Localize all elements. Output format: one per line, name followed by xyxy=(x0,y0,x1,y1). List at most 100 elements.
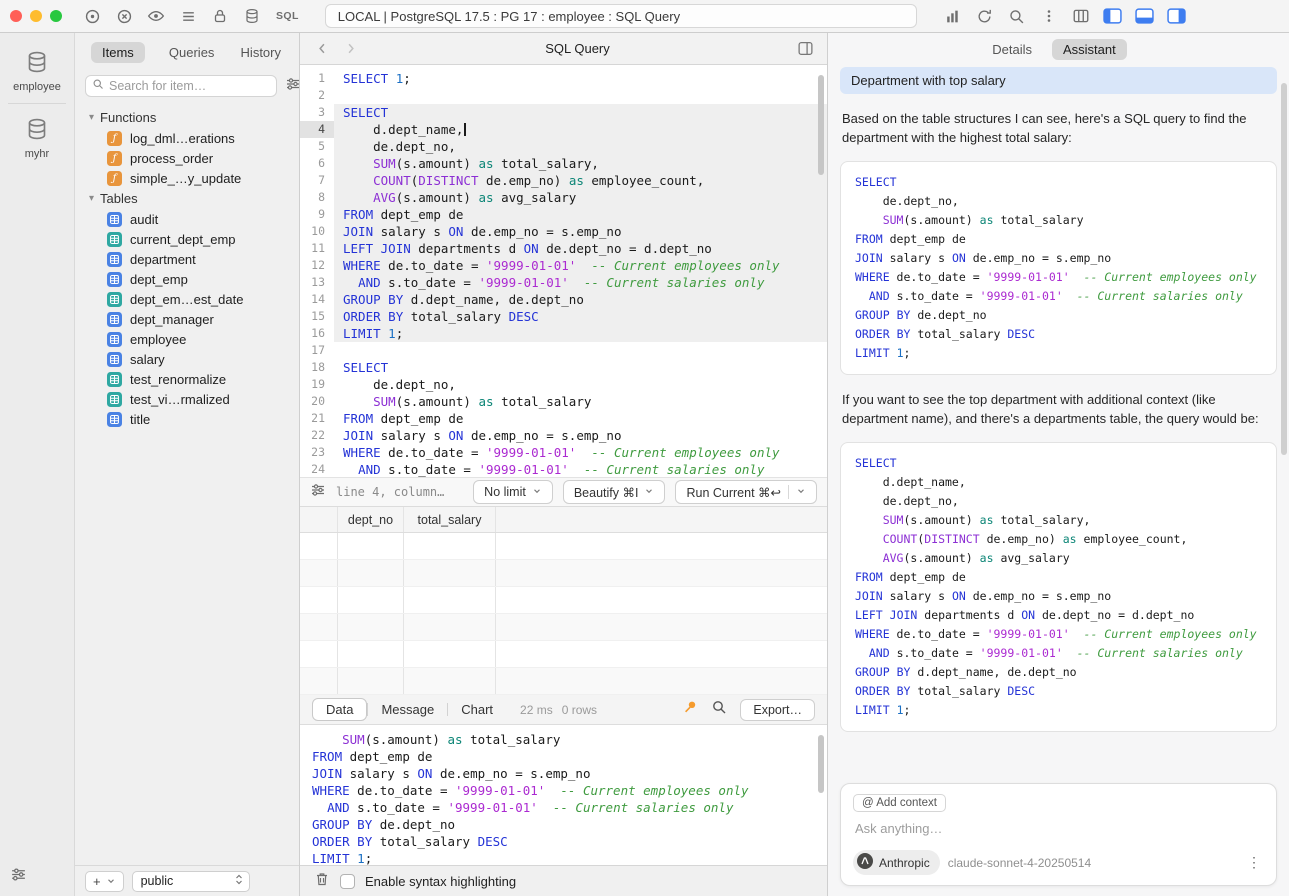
sidebar-item-title[interactable]: title xyxy=(75,409,299,429)
provider-select[interactable]: Anthropic xyxy=(853,850,940,875)
sidebar-item-test-vi-rmalized[interactable]: test_vi…rmalized xyxy=(75,389,299,409)
editor-scrollbar[interactable] xyxy=(818,75,824,175)
beautify-button[interactable]: Beautify ⌘I xyxy=(563,480,666,504)
conversation-topic[interactable]: Department with top salary xyxy=(840,67,1277,94)
search-field[interactable] xyxy=(85,75,277,97)
schema-select[interactable]: public xyxy=(132,871,250,892)
sidebar-item-audit[interactable]: audit xyxy=(75,209,299,229)
editor-line[interactable]: 6 SUM(s.amount) as total_salary, xyxy=(300,155,827,172)
editor-line[interactable]: 5 de.dept_no, xyxy=(300,138,827,155)
table-list-icon[interactable] xyxy=(174,4,202,28)
tab-assistant[interactable]: Assistant xyxy=(1052,39,1127,60)
column-header-total_salary[interactable]: total_salary xyxy=(404,507,496,532)
search-input[interactable] xyxy=(109,79,270,93)
more-icon[interactable] xyxy=(1035,4,1063,28)
sidebar-item-dept-em-est-date[interactable]: dept_em…est_date xyxy=(75,289,299,309)
connection-myhr[interactable]: myhr xyxy=(0,108,74,166)
export-button[interactable]: Export… xyxy=(740,699,815,721)
database-icon[interactable] xyxy=(238,4,266,28)
toggle-right-panel-icon[interactable] xyxy=(1163,4,1191,28)
editor-line[interactable]: 2 xyxy=(300,87,827,104)
zoom-window-button[interactable] xyxy=(50,10,62,22)
sidebar-item-current-dept-emp[interactable]: current_dept_emp xyxy=(75,229,299,249)
tab-details[interactable]: Details xyxy=(990,39,1034,60)
editor-line[interactable]: 1SELECT 1; xyxy=(300,70,827,87)
tab-history[interactable]: History xyxy=(239,42,283,63)
section-tables[interactable]: ▾Tables xyxy=(75,188,299,209)
editor-line[interactable]: 21FROM dept_emp de xyxy=(300,410,827,427)
sql-editor[interactable]: 1SELECT 1;23SELECT4 d.dept_name,5 de.dep… xyxy=(300,65,827,477)
search-results-icon[interactable] xyxy=(711,699,727,720)
close-window-button[interactable] xyxy=(10,10,22,22)
table-row[interactable] xyxy=(300,641,827,668)
table-row[interactable] xyxy=(300,560,827,587)
limit-select[interactable]: No limit xyxy=(473,480,553,504)
rail-settings-button[interactable] xyxy=(10,866,27,888)
disconnect-icon[interactable] xyxy=(110,4,138,28)
tab-sql-query[interactable]: SQL Query xyxy=(364,41,791,56)
sidebar-item-dept-manager[interactable]: dept_manager xyxy=(75,309,299,329)
editor-line[interactable]: 12WHERE de.to_date = '9999-01-01' -- Cur… xyxy=(300,257,827,274)
toggle-bottom-panel-icon[interactable] xyxy=(1131,4,1159,28)
editor-line[interactable]: 3SELECT xyxy=(300,104,827,121)
search-icon[interactable] xyxy=(1003,4,1031,28)
trash-icon[interactable] xyxy=(314,871,330,892)
connection-employee[interactable]: employee xyxy=(0,41,74,99)
editor-line[interactable]: 8 AVG(s.amount) as avg_salary xyxy=(300,189,827,206)
toggle-left-panel-icon[interactable] xyxy=(1099,4,1127,28)
prompt-input[interactable] xyxy=(855,821,1266,836)
composer-menu-icon[interactable]: ⋮ xyxy=(1244,854,1264,871)
sidebar-item-department[interactable]: department xyxy=(75,249,299,269)
editor-line[interactable]: 16LIMIT 1; xyxy=(300,325,827,342)
editor-line[interactable]: 24 AND s.to_date = '9999-01-01' -- Curre… xyxy=(300,461,827,477)
columns-layout-icon[interactable] xyxy=(1067,4,1095,28)
editor-line[interactable]: 14GROUP BY d.dept_name, de.dept_no xyxy=(300,291,827,308)
editor-line[interactable]: 22JOIN salary s ON de.emp_no = s.emp_no xyxy=(300,427,827,444)
assistant-scrollbar[interactable] xyxy=(1281,83,1287,455)
editor-line[interactable]: 15ORDER BY total_salary DESC xyxy=(300,308,827,325)
pin-icon[interactable] xyxy=(682,699,698,720)
sidebar-item-log-dml-erations[interactable]: ƒlog_dml…erations xyxy=(75,128,299,148)
chart-icon[interactable] xyxy=(939,4,967,28)
add-context-button[interactable]: @ Add context xyxy=(853,794,946,812)
lock-icon[interactable] xyxy=(206,4,234,28)
eye-icon[interactable] xyxy=(142,4,170,28)
tab-chart[interactable]: Chart xyxy=(448,699,506,720)
tab-items[interactable]: Items xyxy=(91,42,145,63)
tab-data[interactable]: Data xyxy=(312,698,367,721)
add-item-button[interactable]: + xyxy=(85,871,124,892)
sidebar-item-salary[interactable]: salary xyxy=(75,349,299,369)
editor-line[interactable]: 18SELECT xyxy=(300,359,827,376)
editor-line[interactable]: 4 d.dept_name, xyxy=(300,121,827,138)
table-row[interactable] xyxy=(300,587,827,614)
editor-line[interactable]: 11LEFT JOIN departments d ON de.dept_no … xyxy=(300,240,827,257)
editor-line[interactable]: 17 xyxy=(300,342,827,359)
target-icon[interactable] xyxy=(78,4,106,28)
back-button[interactable] xyxy=(308,37,336,61)
filter-icon[interactable] xyxy=(285,76,301,97)
table-row[interactable] xyxy=(300,533,827,560)
sidebar-item-simple-y-update[interactable]: ƒsimple_…y_update xyxy=(75,168,299,188)
table-row[interactable] xyxy=(300,614,827,641)
preview-scrollbar[interactable] xyxy=(818,735,824,793)
sidebar-item-dept-emp[interactable]: dept_emp xyxy=(75,269,299,289)
editor-line[interactable]: 10JOIN salary s ON de.emp_no = s.emp_no xyxy=(300,223,827,240)
refresh-icon[interactable] xyxy=(971,4,999,28)
editor-line[interactable]: 9FROM dept_emp de xyxy=(300,206,827,223)
tab-message[interactable]: Message xyxy=(368,699,447,720)
tab-queries[interactable]: Queries xyxy=(167,42,217,63)
editor-line[interactable]: 13 AND s.to_date = '9999-01-01' -- Curre… xyxy=(300,274,827,291)
editor-settings-icon[interactable] xyxy=(310,482,326,503)
sidebar-item-employee[interactable]: employee xyxy=(75,329,299,349)
editor-line[interactable]: 20 SUM(s.amount) as total_salary xyxy=(300,393,827,410)
sidebar-item-test-renormalize[interactable]: test_renormalize xyxy=(75,369,299,389)
syntax-highlighting-checkbox[interactable] xyxy=(340,874,355,889)
editor-line[interactable]: 23WHERE de.to_date = '9999-01-01' -- Cur… xyxy=(300,444,827,461)
editor-line[interactable]: 7 COUNT(DISTINCT de.emp_no) as employee_… xyxy=(300,172,827,189)
split-view-icon[interactable] xyxy=(791,37,819,61)
minimize-window-button[interactable] xyxy=(30,10,42,22)
editor-line[interactable]: 19 de.dept_no, xyxy=(300,376,827,393)
forward-button[interactable] xyxy=(336,37,364,61)
section-functions[interactable]: ▾Functions xyxy=(75,107,299,128)
run-current-button[interactable]: Run Current ⌘↩ xyxy=(675,480,817,504)
